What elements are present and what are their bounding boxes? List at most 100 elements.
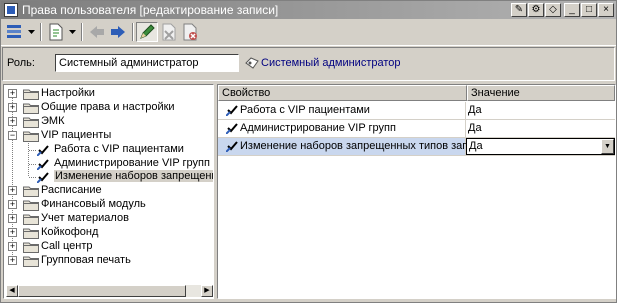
checkbox-icon (36, 144, 50, 157)
help-button[interactable]: ✎ (511, 3, 527, 17)
document-dropdown-button[interactable] (67, 22, 77, 42)
tree-item-label: Изменение наборов запрещенных (54, 170, 213, 183)
folder-icon (23, 88, 39, 100)
expand-icon[interactable]: + (8, 89, 17, 98)
close-button[interactable]: × (598, 3, 614, 17)
properties-grid: Свойство Значение Работа с VIP пациентам… (217, 84, 616, 299)
tree-line (29, 163, 36, 165)
tree-item-label: Койкофонд (41, 226, 99, 238)
tree-item[interactable]: + Общие права и настройки (4, 101, 213, 115)
property-label: Изменение наборов запрещенных типов запи… (240, 140, 493, 152)
cancel-button[interactable] (180, 22, 200, 42)
link-icon (245, 57, 259, 72)
role-label: Роль: (7, 57, 35, 69)
folder-icon (23, 130, 39, 142)
tree-item[interactable]: + Койкофонд (4, 226, 213, 240)
property-cell: Работа с VIP пациентами (218, 102, 466, 119)
property-cell: Изменение наборов запрещенных типов запи… (218, 138, 492, 155)
edit-button[interactable] (136, 22, 158, 42)
role-link[interactable]: Системный администратор (261, 57, 401, 69)
collapse-icon[interactable]: − (8, 130, 17, 140)
value-cell[interactable]: Да (468, 122, 482, 134)
tree-item-label: Общие права и настройки (41, 100, 175, 113)
horizontal-scrollbar[interactable]: ◀ ▶ (6, 285, 213, 297)
toolbar (1, 19, 616, 46)
maximize-button[interactable]: □ (581, 3, 597, 17)
toolbar-separator (132, 23, 134, 41)
back-button[interactable] (87, 22, 107, 42)
menu-icon (7, 25, 21, 38)
tree-item-label: Финансовый модуль (41, 198, 146, 211)
scroll-thumb[interactable] (18, 285, 186, 297)
folder-icon (23, 213, 39, 226)
tree-item-label: Учет материалов (41, 212, 129, 225)
tree-item[interactable]: + ЭМК (4, 115, 213, 129)
app-icon (4, 3, 18, 17)
tree-item-label: VIP пациенты (41, 128, 112, 141)
forward-button[interactable] (108, 22, 128, 42)
tree-line (29, 177, 36, 179)
tree-item[interactable]: Изменение наборов запрещенных (4, 170, 213, 185)
folder-icon (23, 227, 39, 239)
column-header-property[interactable]: Свойство (218, 85, 467, 101)
tree-item[interactable]: Администрирование VIP групп (4, 157, 213, 171)
expand-icon[interactable]: + (8, 214, 17, 224)
pin-button[interactable]: ◇ (545, 3, 561, 17)
dropdown-icon (68, 29, 76, 34)
title-buttons: ✎ ⚙ ◇ _ □ × (510, 3, 614, 17)
folder-icon (23, 255, 39, 267)
minimize-button[interactable]: _ (564, 3, 580, 17)
menu-button[interactable] (5, 22, 25, 42)
tree-item[interactable]: + Финансовый модуль (4, 198, 213, 212)
tree-item[interactable]: + Расписание (4, 184, 213, 198)
scroll-right-button[interactable]: ▶ (201, 285, 213, 297)
pencil-icon (140, 24, 155, 39)
tree-item[interactable]: + Call центр (4, 240, 213, 254)
expand-icon[interactable]: + (8, 102, 17, 112)
tree-item[interactable]: − VIP пациенты (4, 129, 213, 143)
column-header-value[interactable]: Значение (467, 85, 615, 101)
expand-icon[interactable]: + (8, 200, 17, 210)
app-window: Права пользователя [редактирование запис… (0, 0, 617, 303)
property-label: Администрирование VIP групп (240, 122, 396, 134)
scroll-left-button[interactable]: ◀ (6, 285, 18, 297)
expand-icon[interactable]: + (8, 186, 17, 196)
title-bar[interactable]: Права пользователя [редактирование запис… (1, 1, 616, 19)
back-arrow-icon (90, 26, 104, 38)
forward-arrow-icon (111, 26, 125, 38)
tree-item-label: Администрирование VIP групп (54, 156, 210, 169)
grid-row[interactable]: Администрирование VIP групп Да (218, 120, 615, 138)
folder-icon (23, 185, 39, 198)
tree-item-label: ЭМК (41, 114, 65, 127)
tree-item[interactable]: + Настройки (4, 87, 213, 101)
folder-icon (23, 102, 39, 114)
tree-item[interactable]: + Учет материалов (4, 212, 213, 226)
tree-item-label: Групповая печать (41, 253, 131, 266)
expand-icon[interactable]: + (8, 116, 17, 126)
menu-dropdown-button[interactable] (26, 22, 36, 42)
tools-button[interactable]: ⚙ (528, 3, 544, 17)
checkbox-icon (36, 171, 50, 185)
tree-item[interactable]: + Групповая печать (4, 254, 213, 268)
checkbox-icon (36, 158, 50, 171)
chevron-down-icon[interactable]: ▼ (601, 139, 614, 154)
expand-icon[interactable]: + (8, 228, 17, 237)
toolbar-separator (40, 23, 42, 41)
grid-row[interactable]: Работа с VIP пациентами Да (218, 102, 615, 120)
cancel-icon (183, 23, 197, 41)
role-panel: Роль: Системный администратор Системный … (2, 47, 615, 81)
tree-line (29, 149, 36, 151)
value-cell[interactable]: Да (468, 104, 482, 116)
expand-icon[interactable]: + (8, 241, 17, 251)
document-button[interactable] (46, 22, 66, 42)
permissions-tree[interactable]: + Настройки + Общие права и настройки + ЭМК − V… (3, 84, 214, 299)
expand-icon[interactable]: + (8, 255, 17, 265)
value-select[interactable]: Да ▼ (466, 138, 615, 155)
role-input[interactable]: Системный администратор (55, 54, 239, 72)
grid-row-selected[interactable]: Изменение наборов запрещенных типов запи… (218, 138, 615, 156)
delete-button[interactable] (159, 22, 179, 42)
toolbar-separator (81, 23, 83, 41)
tree-item-label: Call центр (41, 239, 93, 252)
checkbox-icon (226, 123, 238, 134)
tree-item[interactable]: Работа с VIP пациентами (4, 143, 213, 157)
